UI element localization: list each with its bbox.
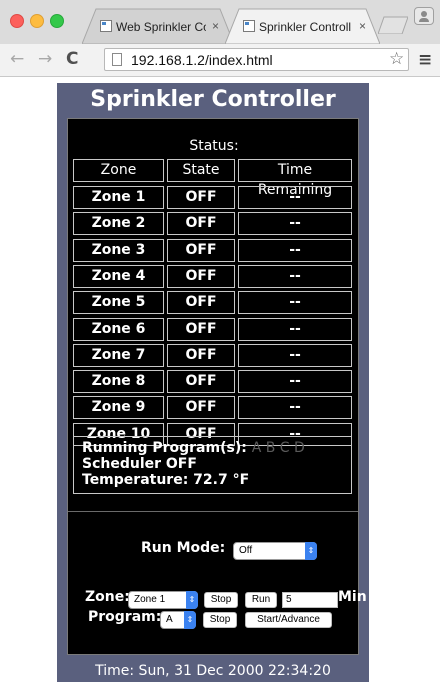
zoom-window-button[interactable]: [50, 14, 64, 28]
running-programs-label: Running Program(s):: [82, 440, 247, 456]
program-control-label: Program:: [88, 609, 162, 625]
chevron-updown-icon: ⇕: [186, 591, 198, 609]
minimize-window-button[interactable]: [30, 14, 44, 28]
zone-select[interactable]: Zone 1 ⇕: [128, 591, 198, 609]
zone-remaining-cell: --: [238, 212, 352, 236]
zone-name-cell: Zone 4: [73, 264, 164, 288]
new-tab-button[interactable]: [378, 16, 408, 34]
running-programs-list: A B C D: [251, 440, 305, 456]
temperature-readout: Temperature: 72.7 °F: [82, 472, 250, 488]
program-info-box: Running Program(s): A B C D Scheduler OF…: [73, 436, 352, 494]
chevron-updown-icon: ⇕: [305, 542, 317, 560]
zone-name-cell: Zone 3: [73, 238, 164, 262]
tab-close-icon[interactable]: ×: [359, 19, 366, 33]
back-arrow-icon[interactable]: ←: [10, 49, 24, 69]
column-header-time-remaining: Time Remaining: [238, 159, 352, 198]
zone-name-cell: Zone 7: [73, 343, 164, 367]
zone-remaining-cell: --: [238, 317, 352, 341]
program-select-value: A: [166, 614, 173, 625]
zone-remaining-cell: --: [238, 343, 352, 367]
run-mode-value: Off: [239, 545, 253, 556]
minutes-unit-label: Min: [338, 589, 367, 605]
zone-remaining-cell: --: [238, 264, 352, 288]
zone-remaining-cell: --: [238, 238, 352, 262]
program-start-advance-button[interactable]: Start/Advance: [245, 612, 332, 628]
program-stop-button[interactable]: Stop: [203, 612, 237, 628]
zone-select-value: Zone 1: [134, 594, 166, 605]
browser-window: Web Sprinkler Co × Sprinkler Controll × …: [0, 0, 440, 682]
zone-name-cell: Zone 9: [73, 396, 164, 420]
chevron-updown-icon: ⇕: [184, 611, 196, 629]
zone-name-cell: Zone 6: [73, 317, 164, 341]
controller-frame: Status: Zone State Time Remaining Zone 1…: [67, 118, 367, 655]
zone-state-cell: OFF: [167, 212, 235, 236]
menu-icon[interactable]: ≡: [418, 50, 432, 70]
tab-web-sprinkler[interactable]: Web Sprinkler Co ×: [82, 8, 234, 44]
zone-state-cell: OFF: [167, 317, 235, 341]
zone-state-cell: OFF: [167, 264, 235, 288]
current-time: Time: Sun, 31 Dec 2000 22:34:20: [95, 663, 331, 679]
zone-name-cell: Zone 2: [73, 212, 164, 236]
zone-name-cell: Zone 1: [73, 186, 164, 209]
running-programs-row: Running Program(s): A B C D: [82, 440, 351, 456]
zone-state-cell: OFF: [167, 291, 235, 315]
zone-state-cell: OFF: [167, 396, 235, 420]
zone-remaining-cell: --: [238, 291, 352, 315]
page-favicon-icon: [100, 20, 112, 32]
zone-state-cell: OFF: [167, 343, 235, 367]
zone-state-cell: OFF: [167, 370, 235, 394]
zone-name-cell: Zone 8: [73, 370, 164, 394]
browser-toolbar: ← → C 192.168.1.2/index.html ☆ ≡: [0, 44, 440, 77]
page-content: Sprinkler Controller Status: Zone State …: [0, 77, 440, 682]
controller-panel: Sprinkler Controller Status: Zone State …: [57, 83, 369, 682]
tab-label: Sprinkler Controll: [259, 20, 352, 34]
page-favicon-icon: [243, 20, 255, 32]
profile-icon[interactable]: [414, 7, 434, 25]
tab-sprinkler-controller[interactable]: Sprinkler Controll ×: [225, 8, 380, 44]
page-title: Sprinkler Controller: [90, 87, 336, 112]
run-mode-select[interactable]: Off ⇕: [233, 542, 317, 560]
tab-close-icon[interactable]: ×: [212, 19, 219, 33]
zone-run-button[interactable]: Run: [245, 592, 277, 608]
zone-state-cell: OFF: [167, 186, 235, 209]
zone-control-label: Zone:: [85, 589, 130, 605]
zone-stop-button[interactable]: Stop: [204, 592, 238, 608]
column-header-state: State: [167, 159, 235, 182]
bookmark-star-icon[interactable]: ☆: [389, 49, 404, 69]
column-header-zone: Zone: [73, 159, 164, 182]
scheduler-status: Scheduler OFF: [82, 456, 197, 472]
status-label: Status:: [189, 138, 239, 154]
zone-remaining-cell: --: [238, 370, 352, 394]
reload-icon[interactable]: C: [66, 49, 78, 69]
divider: [68, 511, 358, 512]
forward-arrow-icon[interactable]: →: [38, 49, 52, 69]
run-mode-label: Run Mode:: [141, 540, 226, 556]
zone-minutes-input[interactable]: 5: [282, 592, 338, 608]
program-select[interactable]: A ⇕: [160, 611, 196, 629]
zone-remaining-cell: --: [238, 396, 352, 420]
zone-remaining-cell: --: [238, 186, 352, 209]
zone-name-cell: Zone 5: [73, 291, 164, 315]
page-icon: [112, 53, 122, 66]
close-window-button[interactable]: [10, 14, 24, 28]
title-bar: Web Sprinkler Co × Sprinkler Controll ×: [0, 0, 440, 45]
zone-state-cell: OFF: [167, 238, 235, 262]
address-bar[interactable]: 192.168.1.2/index.html ☆: [104, 48, 409, 71]
tab-label: Web Sprinkler Co: [116, 20, 206, 34]
address-text: 192.168.1.2/index.html: [131, 52, 273, 68]
